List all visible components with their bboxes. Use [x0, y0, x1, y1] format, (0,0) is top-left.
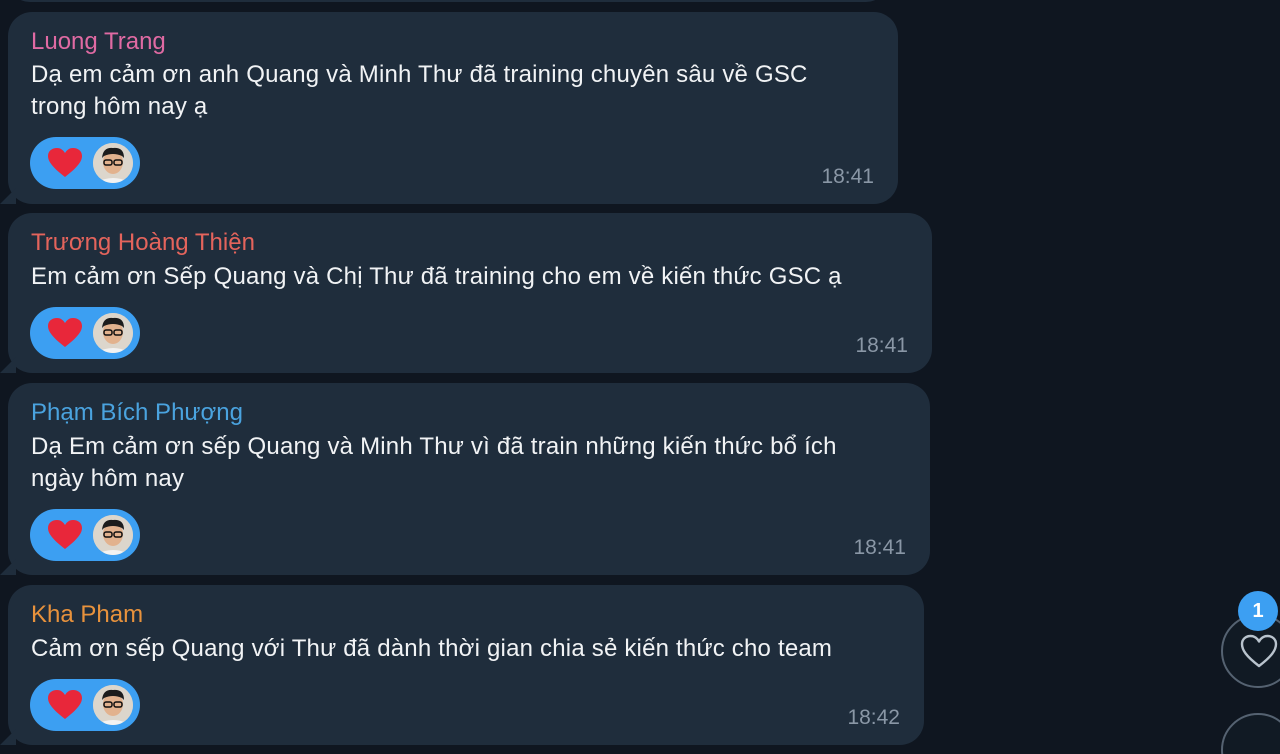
heart-outline-icon: [1240, 634, 1278, 668]
message-text-line: Em cảm ơn Sếp Quang và Chị Thư đã traini…: [31, 263, 842, 290]
message-time: 18:41: [821, 165, 874, 188]
sender-name[interactable]: Kha Pham: [31, 601, 143, 629]
message-text-line: Dạ em cảm ơn anh Quang và Minh Thư đã tr…: [31, 61, 808, 88]
message-time: 18:41: [855, 334, 908, 357]
heart-reaction-button[interactable]: [30, 137, 140, 189]
heart-reaction-button[interactable]: [30, 509, 140, 561]
message-bubble[interactable]: Kha Pham Cảm ơn sếp Quang với Thư đã dàn…: [0, 585, 924, 745]
scroll-down-button[interactable]: [1221, 713, 1280, 754]
chat-view: Luong Trang Dạ em cảm ơn anh Quang và Mi…: [0, 0, 1280, 754]
bubble-tail: [0, 357, 16, 373]
heart-icon: [48, 148, 82, 177]
avatar[interactable]: [93, 685, 133, 725]
previous-message-bubble: [8, 0, 888, 2]
message-bubble[interactable]: Luong Trang Dạ em cảm ơn anh Quang và Mi…: [0, 12, 898, 204]
heart-icon: [48, 318, 82, 347]
avatar[interactable]: [93, 313, 133, 353]
chevron-down-icon: [1239, 731, 1279, 754]
heart-reaction-button[interactable]: [30, 679, 140, 731]
message-bubble[interactable]: Trương Hoàng Thiện Em cảm ơn Sếp Quang v…: [0, 213, 932, 373]
heart-icon: [48, 520, 82, 549]
heart-reaction-button[interactable]: [30, 307, 140, 359]
sender-name[interactable]: Luong Trang: [31, 28, 166, 56]
message-time: 18:42: [847, 706, 900, 729]
sender-name[interactable]: Phạm Bích Phượng: [31, 399, 243, 427]
bubble-tail: [0, 559, 16, 575]
message-text-line: Dạ Em cảm ơn sếp Quang và Minh Thư vì đã…: [31, 433, 837, 460]
bubble-tail: [0, 188, 16, 204]
message-text-line: ngày hôm nay: [31, 465, 185, 492]
avatar[interactable]: [93, 143, 133, 183]
message-text-line: Cảm ơn sếp Quang với Thư đã dành thời gi…: [31, 635, 833, 662]
reactions-count-badge: 1: [1238, 591, 1278, 631]
avatar[interactable]: [93, 515, 133, 555]
bubble-tail: [0, 729, 16, 745]
message-time: 18:41: [853, 536, 906, 559]
message-bubble[interactable]: Phạm Bích Phượng Dạ Em cảm ơn sếp Quang …: [0, 383, 930, 575]
message-text-line: trong hôm nay ạ: [31, 93, 208, 120]
sender-name[interactable]: Trương Hoàng Thiện: [31, 229, 255, 257]
heart-icon: [48, 690, 82, 719]
